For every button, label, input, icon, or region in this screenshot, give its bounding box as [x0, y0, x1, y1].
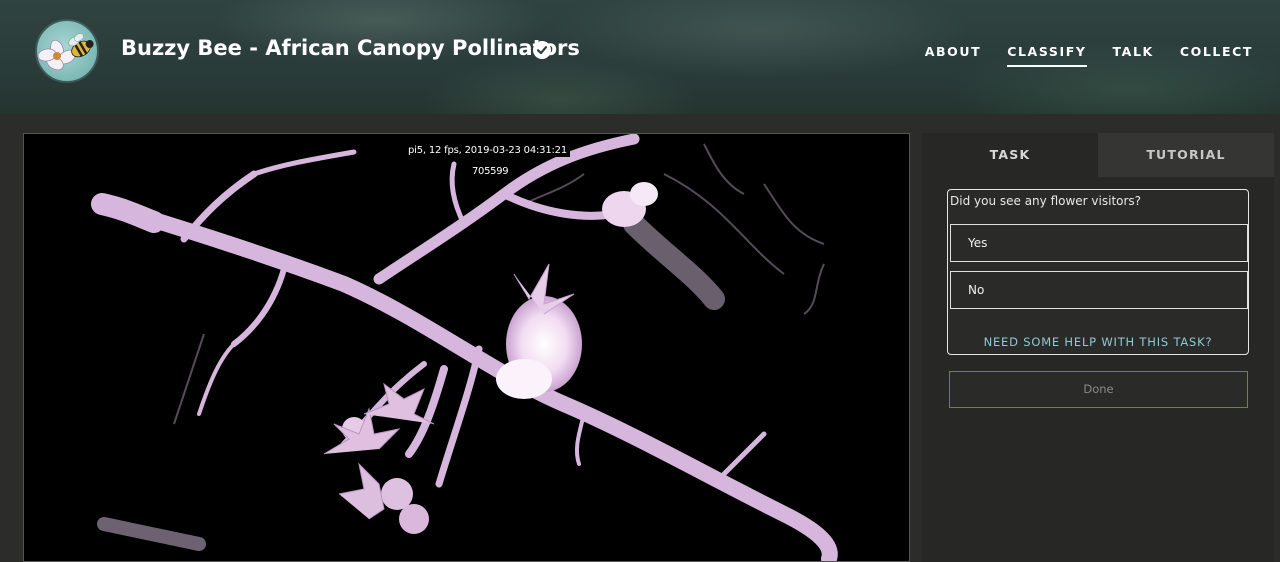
- camera-timestamp: pi5, 12 fps, 2019-03-23 04:31:21: [405, 144, 570, 157]
- nav-talk[interactable]: TALK: [1100, 44, 1167, 59]
- question-box: Did you see any flower visitors? Yes No …: [947, 189, 1249, 355]
- project-avatar[interactable]: [35, 19, 99, 83]
- frame-number: 705599: [469, 165, 512, 178]
- nav-classify[interactable]: CLASSIFY: [994, 44, 1099, 67]
- subject-image[interactable]: [24, 134, 910, 562]
- question-text: Did you see any flower visitors?: [950, 194, 1142, 208]
- bee-and-flower-icon: [37, 33, 94, 71]
- tab-tutorial[interactable]: TUTORIAL: [1098, 133, 1274, 177]
- answer-no-button[interactable]: No: [950, 271, 1248, 309]
- tab-task[interactable]: TASK: [922, 133, 1098, 177]
- done-button[interactable]: Done: [949, 371, 1248, 408]
- task-tabs: TASK TUTORIAL: [922, 133, 1274, 177]
- project-title[interactable]: Buzzy Bee - African Canopy Pollinators: [121, 36, 580, 60]
- task-help-link[interactable]: NEED SOME HELP WITH THIS TASK?: [948, 335, 1248, 349]
- nav-collect[interactable]: COLLECT: [1167, 44, 1266, 59]
- project-header: Buzzy Bee - African Canopy Pollinators A…: [0, 0, 1280, 114]
- task-panel: TASK TUTORIAL Did you see any flower vis…: [922, 133, 1274, 562]
- answer-yes-button[interactable]: Yes: [950, 224, 1248, 262]
- subject-viewer[interactable]: pi5, 12 fps, 2019-03-23 04:31:21 705599: [23, 133, 910, 562]
- nav-about[interactable]: ABOUT: [912, 44, 995, 59]
- check-circle-icon: [533, 41, 551, 59]
- main-nav: ABOUT CLASSIFY TALK COLLECT: [912, 44, 1266, 67]
